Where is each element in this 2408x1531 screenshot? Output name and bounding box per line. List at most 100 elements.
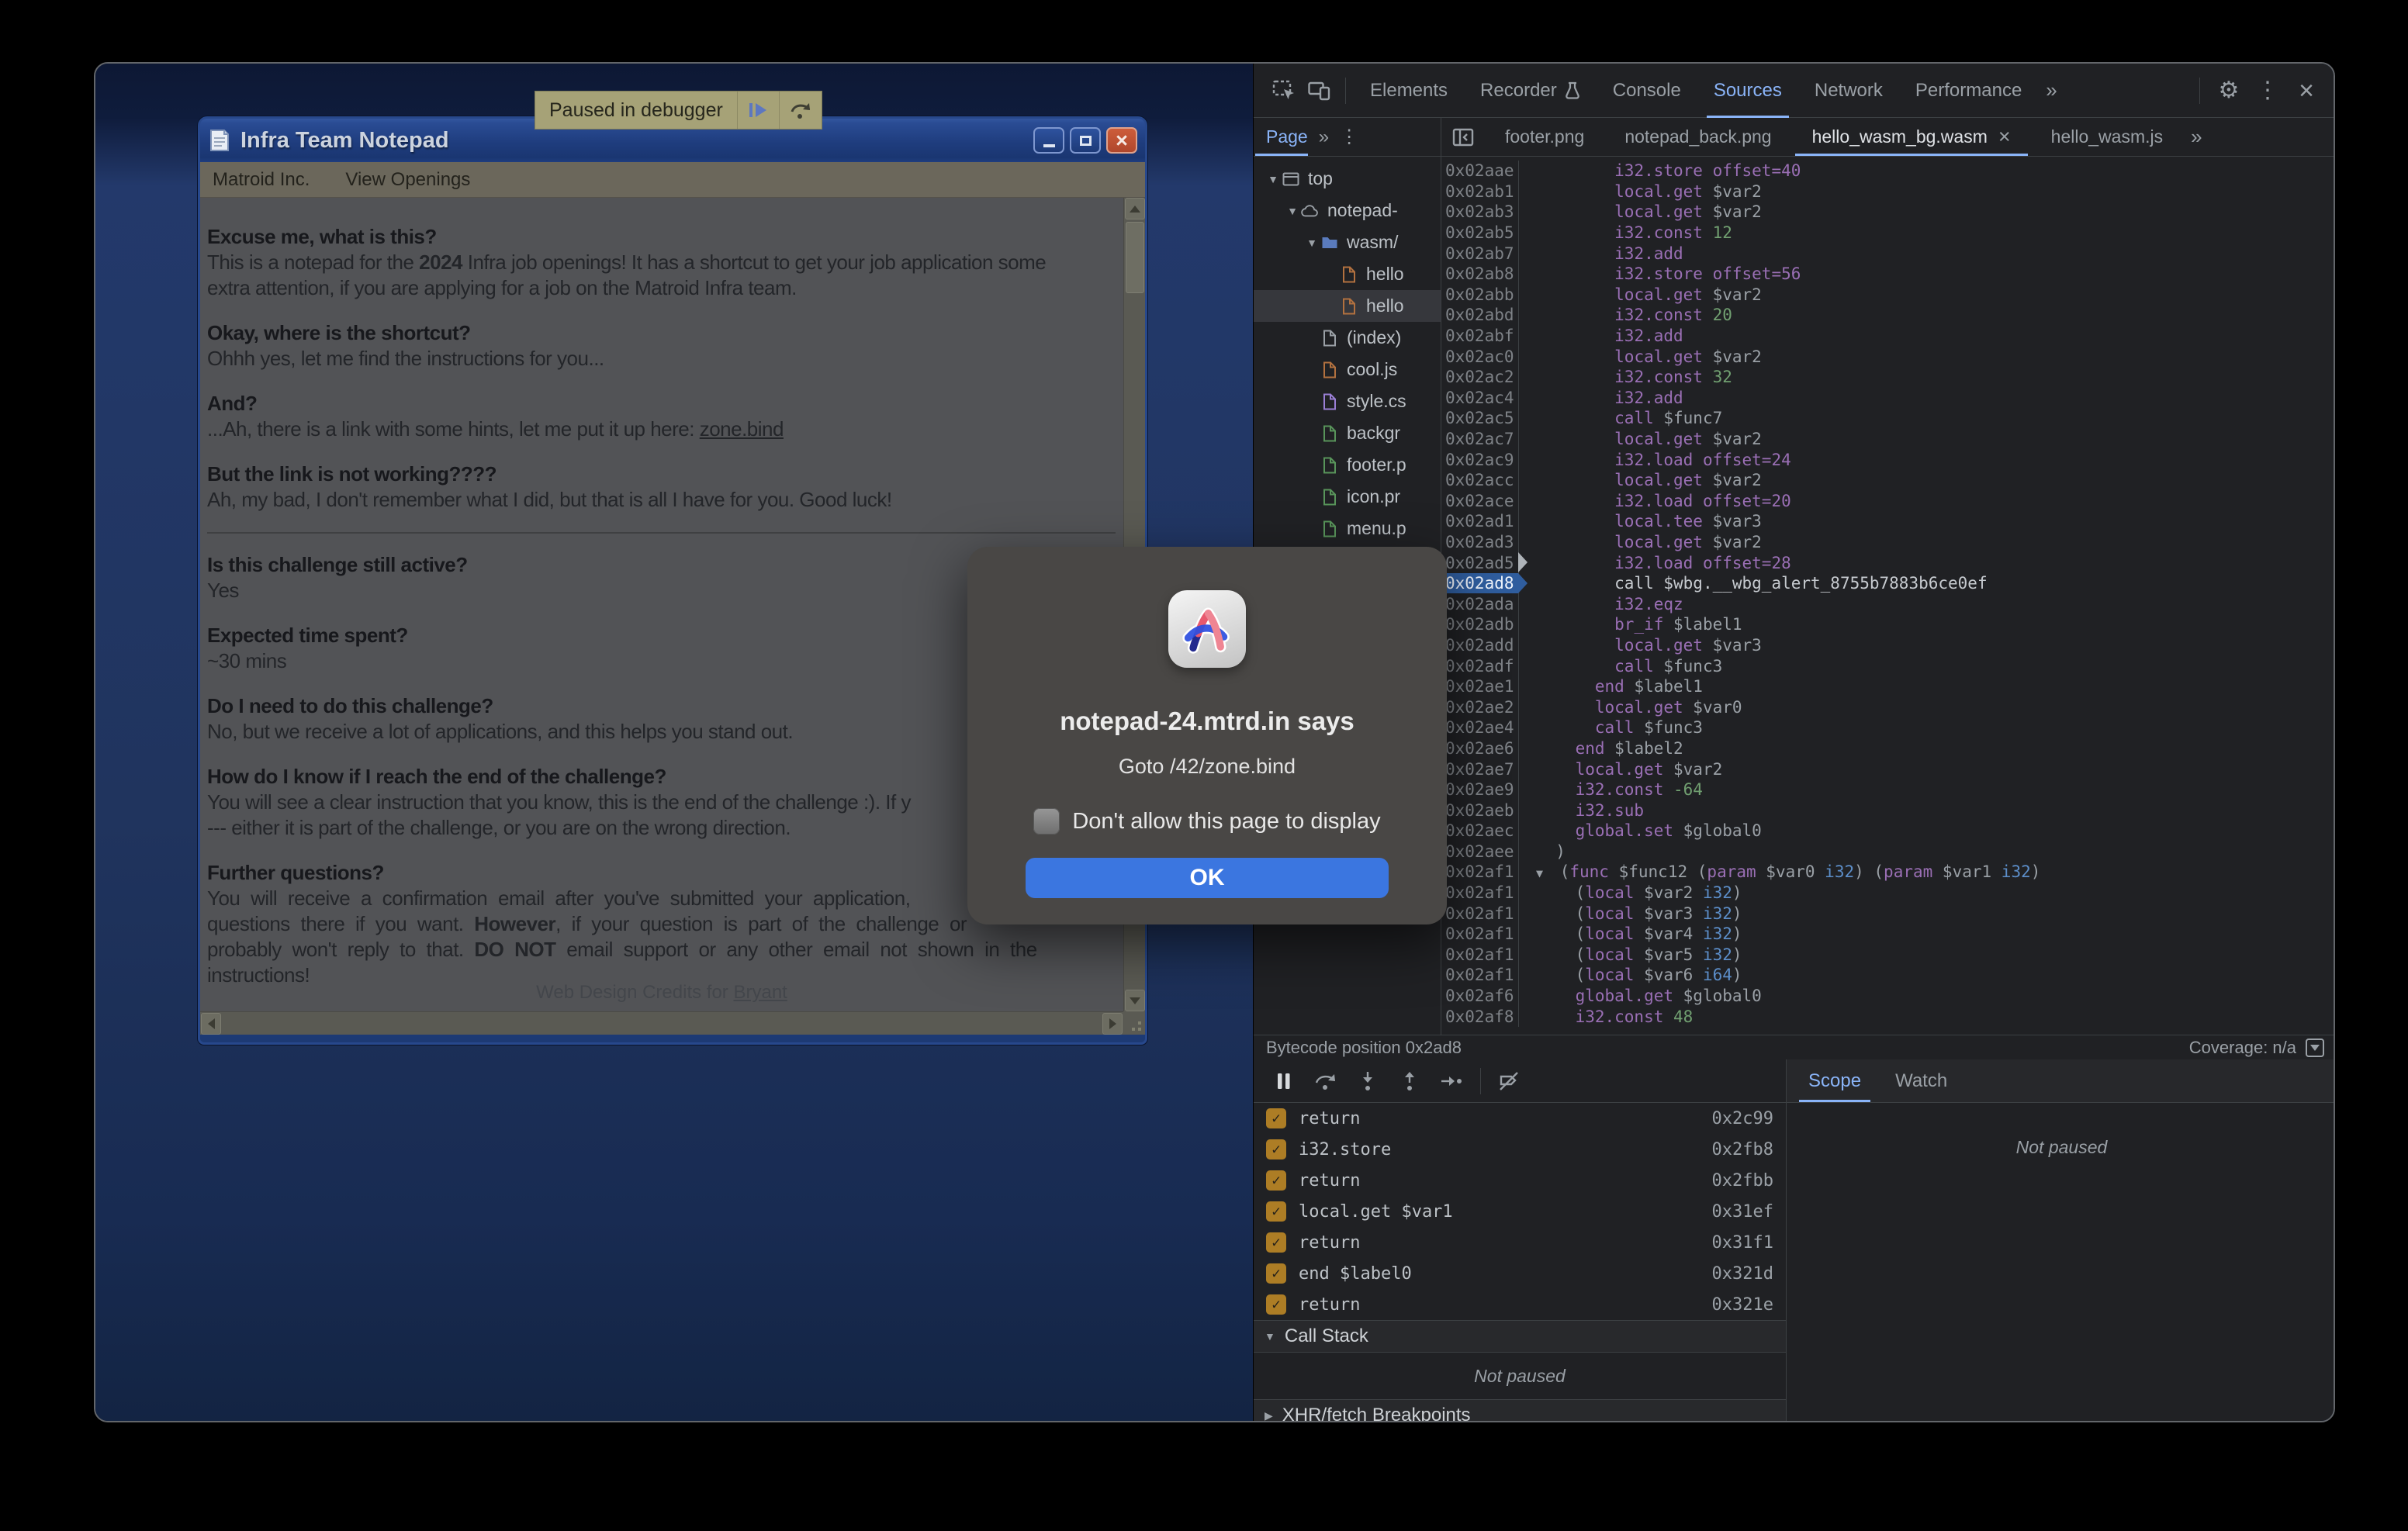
scroll-left-button[interactable]	[201, 1013, 221, 1035]
breakpoint-row[interactable]: ✓return0x2c99	[1254, 1103, 1786, 1134]
code-address[interactable]: 0x02aec	[1441, 821, 1519, 842]
code-address[interactable]: 0x02af1	[1441, 903, 1519, 924]
file-tab-notepad_back.png[interactable]: notepad_back.png	[1604, 118, 1791, 156]
code-line[interactable]: 0x02aec global.set $global0	[1441, 821, 2335, 842]
breakpoint-checkbox[interactable]: ✓	[1266, 1201, 1286, 1222]
scroll-up-button[interactable]	[1125, 198, 1145, 219]
tree-item-wasm/[interactable]: ▼wasm/	[1254, 226, 1441, 258]
code-line[interactable]: 0x02ae1 end $label1	[1441, 676, 2335, 697]
collapse-sidebar-button[interactable]	[1441, 118, 1485, 156]
breakpoint-row[interactable]: ✓i32.store0x2fb8	[1254, 1134, 1786, 1165]
horizontal-scrollbar[interactable]	[200, 1011, 1123, 1035]
code-address[interactable]: 0x02aeb	[1441, 800, 1519, 821]
code-address[interactable]: 0x02ac4	[1441, 388, 1519, 409]
file-tab-hello_wasm.js[interactable]: hello_wasm.js	[2031, 118, 2183, 156]
code-address[interactable]: 0x02af1	[1441, 883, 1519, 904]
code-address[interactable]: 0x02ae7	[1441, 759, 1519, 779]
file-tab-hello_wasm_bg.wasm[interactable]: hello_wasm_bg.wasm×	[1792, 118, 2031, 156]
breakpoint-row[interactable]: ✓return0x321e	[1254, 1289, 1786, 1320]
tree-item-backgr[interactable]: backgr	[1254, 417, 1441, 449]
code-address[interactable]: 0x02ac7	[1441, 429, 1519, 450]
tree-item-notepad-[interactable]: ▼notepad-	[1254, 195, 1441, 226]
current-execution-address[interactable]: 0x02ad8	[1441, 573, 1519, 594]
breakpoint-checkbox[interactable]: ✓	[1266, 1170, 1286, 1191]
deactivate-breakpoints-button[interactable]	[1489, 1063, 1531, 1099]
code-address[interactable]: 0x02acc	[1441, 470, 1519, 491]
code-address[interactable]: 0x02af1	[1441, 862, 1519, 883]
code-line[interactable]: 0x02ab7 i32.add	[1441, 243, 2335, 264]
code-line[interactable]: 0x02ae7 local.get $var2	[1441, 759, 2335, 779]
vertical-scroll-thumb[interactable]	[1126, 222, 1144, 293]
code-line[interactable]: 0x02ae6 end $label2	[1441, 738, 2335, 759]
scroll-right-button[interactable]	[1102, 1013, 1123, 1035]
breakpoint-row[interactable]: ✓return0x2fbb	[1254, 1165, 1786, 1196]
code-address[interactable]: 0x02add	[1441, 635, 1519, 656]
code-address[interactable]: 0x02abb	[1441, 285, 1519, 306]
tab-elements[interactable]: Elements	[1354, 64, 1464, 118]
pause-button[interactable]	[1263, 1063, 1305, 1099]
code-line[interactable]: 0x02af8 i32.const 48	[1441, 1006, 2335, 1027]
breakpoint-checkbox[interactable]: ✓	[1266, 1108, 1286, 1128]
code-address[interactable]: 0x02ab5	[1441, 223, 1519, 244]
code-address[interactable]: 0x02ac0	[1441, 346, 1519, 367]
fold-chevron-icon[interactable]: ▼	[1536, 866, 1550, 880]
code-address[interactable]: 0x02ae6	[1441, 738, 1519, 759]
tree-expand-icon[interactable]: ▼	[1284, 205, 1301, 217]
code-line[interactable]: 0x02aae i32.store offset=40	[1441, 161, 2335, 181]
code-line[interactable]: 0x02af1 (local $var4 i32)	[1441, 924, 2335, 945]
code-line[interactable]: 0x02ada i32.eqz	[1441, 593, 2335, 614]
code-address[interactable]: 0x02ae9	[1441, 779, 1519, 800]
zone-bind-link[interactable]: zone.bind	[700, 417, 784, 441]
code-address[interactable]: 0x02ab3	[1441, 202, 1519, 223]
ok-button[interactable]: OK	[1026, 858, 1389, 898]
code-line[interactable]: 0x02ae9 i32.const -64	[1441, 779, 2335, 800]
code-line[interactable]: 0x02ad8 call $wbg.__wbg_alert_8755b7883b…	[1441, 573, 2335, 594]
code-address[interactable]: 0x02af1	[1441, 945, 1519, 966]
code-line[interactable]: 0x02abf i32.add	[1441, 326, 2335, 347]
file-tab-footer.png[interactable]: footer.png	[1485, 118, 1604, 156]
coverage-icon[interactable]	[2306, 1039, 2324, 1057]
scroll-down-button[interactable]	[1125, 990, 1145, 1011]
tree-expand-icon[interactable]: ▼	[1265, 173, 1282, 185]
devtools-menu-button[interactable]: ⋮	[2250, 73, 2285, 109]
code-line[interactable]: 0x02add local.get $var3	[1441, 635, 2335, 656]
tree-item-(index)[interactable]: (index)	[1254, 322, 1441, 354]
step-into-button[interactable]	[1347, 1063, 1389, 1099]
code-address[interactable]: 0x02af6	[1441, 986, 1519, 1007]
maximize-button[interactable]	[1070, 127, 1101, 154]
code-address[interactable]: 0x02abd	[1441, 305, 1519, 326]
close-button[interactable]: ×	[1106, 127, 1137, 154]
step-over-button[interactable]	[780, 92, 822, 129]
step-button[interactable]	[1431, 1063, 1472, 1099]
code-address[interactable]: 0x02adb	[1441, 614, 1519, 635]
code-line[interactable]: 0x02af1 (local $var5 i32)	[1441, 945, 2335, 966]
code-line[interactable]: 0x02aeb i32.sub	[1441, 800, 2335, 821]
code-line[interactable]: 0x02af6 global.get $global0	[1441, 986, 2335, 1007]
menu-item-view-openings[interactable]: View Openings	[345, 169, 470, 191]
tree-item-style.cs[interactable]: style.cs	[1254, 385, 1441, 417]
code-address[interactable]: 0x02aae	[1441, 161, 1519, 181]
code-address[interactable]: 0x02ab1	[1441, 181, 1519, 202]
more-files-chevron[interactable]: »	[2183, 125, 2209, 149]
code-line[interactable]: 0x02af1 (local $var2 i32)	[1441, 883, 2335, 904]
code-line[interactable]: 0x02ace i32.load offset=20	[1441, 491, 2335, 512]
code-address[interactable]: 0x02ad3	[1441, 532, 1519, 553]
code-line[interactable]: 0x02ac7 local.get $var2	[1441, 429, 2335, 450]
breakpoint-row[interactable]: ✓end $label00x321d	[1254, 1258, 1786, 1289]
code-address[interactable]: 0x02ac5	[1441, 408, 1519, 429]
step-over-button[interactable]	[1305, 1063, 1347, 1099]
code-line[interactable]: 0x02af1▼ (func $func12 (param $var0 i32)…	[1441, 862, 2335, 883]
tab-console[interactable]: Console	[1597, 64, 1697, 118]
tree-expand-icon[interactable]: ▼	[1303, 237, 1320, 249]
tree-item-cool.js[interactable]: cool.js	[1254, 354, 1441, 385]
code-line[interactable]: 0x02adf call $func3	[1441, 655, 2335, 676]
sidebar-menu-icon[interactable]: ⋮	[1334, 128, 1365, 147]
code-line[interactable]: 0x02acc local.get $var2	[1441, 470, 2335, 491]
code-line[interactable]: 0x02ab3 local.get $var2	[1441, 202, 2335, 223]
code-line[interactable]: 0x02ac2 i32.const 32	[1441, 367, 2335, 388]
code-address[interactable]: 0x02af1	[1441, 924, 1519, 945]
code-line[interactable]: 0x02ad5 i32.load offset=28	[1441, 552, 2335, 573]
code-line[interactable]: 0x02ac9 i32.load offset=24	[1441, 449, 2335, 470]
resize-grip[interactable]	[1123, 1011, 1145, 1035]
code-address[interactable]: 0x02af8	[1441, 1006, 1519, 1027]
